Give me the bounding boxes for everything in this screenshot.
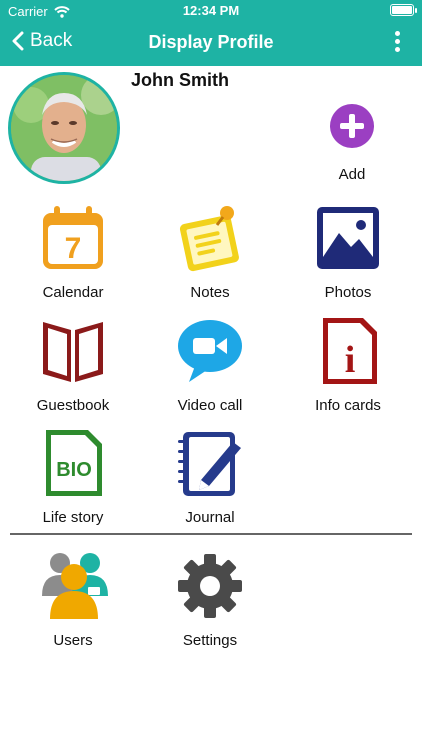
life-story-icon: BIO <box>46 430 102 496</box>
calendar-icon: 7 <box>43 206 103 269</box>
video-call-label: Video call <box>177 397 243 414</box>
more-options-icon[interactable] <box>394 31 400 53</box>
bio-glyph: BIO <box>56 459 92 481</box>
guestbook-icon <box>43 322 103 382</box>
journal-button[interactable]: Journal <box>150 428 270 526</box>
nav-bar: Back Display Profile <box>0 22 422 66</box>
settings-icon <box>178 554 242 618</box>
life-story-button[interactable]: BIO Life story <box>13 428 133 526</box>
guestbook-button[interactable]: Guestbook <box>13 316 133 414</box>
avatar[interactable] <box>8 72 120 184</box>
battery-icon <box>390 4 417 16</box>
page-title: Display Profile <box>148 32 274 52</box>
info-cards-icon: i <box>323 318 377 384</box>
calendar-label: Calendar <box>42 284 104 301</box>
header: Carrier 12:34 PM Back Display Profile <box>0 0 422 66</box>
status-bar: Carrier 12:34 PM <box>0 0 422 22</box>
users-icon <box>42 553 108 619</box>
info-glyph: i <box>345 339 356 381</box>
profile-name: John Smith <box>131 70 229 90</box>
notes-label: Notes <box>190 284 230 301</box>
settings-label: Settings <box>182 632 238 649</box>
calendar-day: 7 <box>65 232 82 265</box>
settings-button[interactable]: Settings <box>150 551 270 649</box>
add-icon <box>330 104 374 148</box>
journal-label: Journal <box>185 509 235 526</box>
notes-icon <box>179 206 239 272</box>
add-button[interactable]: Add <box>322 104 382 184</box>
add-label: Add <box>338 166 366 183</box>
avatar-photo <box>11 75 117 181</box>
section-divider <box>10 533 412 535</box>
journal-icon <box>178 432 241 496</box>
video-call-button[interactable]: Video call <box>150 316 270 414</box>
info-cards-label: Info cards <box>315 397 381 414</box>
life-story-label: Life story <box>42 509 104 526</box>
video-call-icon <box>178 320 242 382</box>
photos-icon <box>317 207 379 269</box>
notes-button[interactable]: Notes <box>150 203 270 301</box>
calendar-button[interactable]: 7 Calendar <box>13 203 133 301</box>
info-cards-button[interactable]: i Info cards <box>288 316 408 414</box>
users-button[interactable]: Users <box>13 551 133 649</box>
photos-button[interactable]: Photos <box>288 203 408 301</box>
status-time: 12:34 PM <box>182 3 240 18</box>
photos-label: Photos <box>324 284 372 301</box>
users-label: Users <box>53 632 93 649</box>
guestbook-label: Guestbook <box>36 397 110 414</box>
